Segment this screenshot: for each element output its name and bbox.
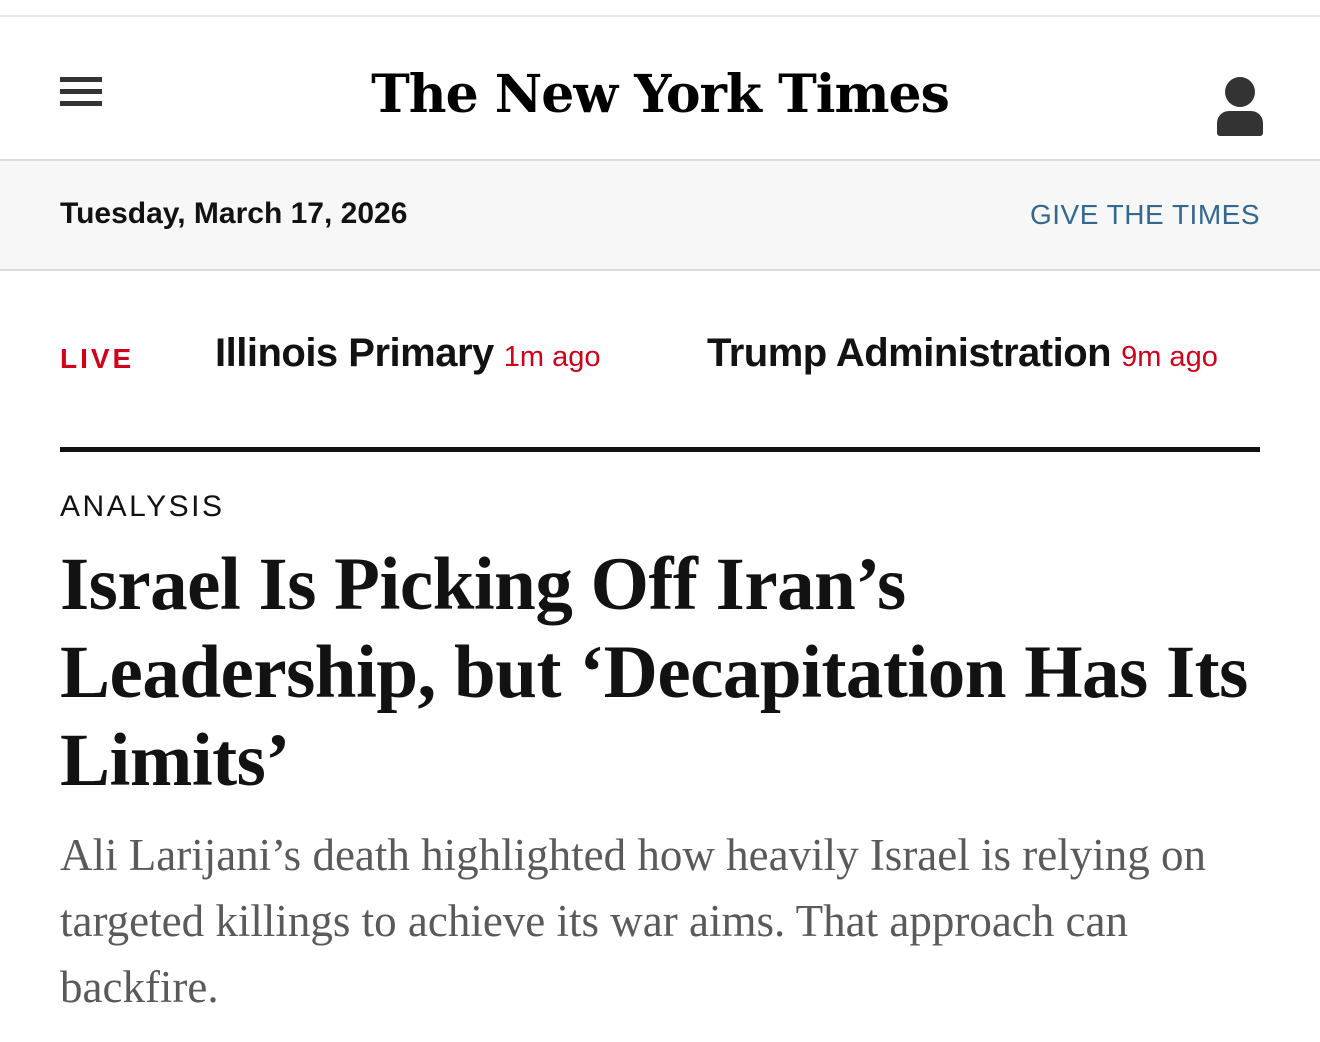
live-item-timestamp: 1m ago xyxy=(503,341,601,373)
live-item-timestamp: 9m ago xyxy=(1121,341,1218,373)
section-divider xyxy=(60,447,1260,452)
article-headline[interactable]: Israel Is Picking Off Iran’s Leadership,… xyxy=(60,541,1260,805)
masthead: The New York Times xyxy=(0,17,1320,161)
current-date: Tuesday, March 17, 2026 xyxy=(60,197,408,230)
date-bar: Tuesday, March 17, 2026 GIVE THE TIMES xyxy=(0,161,1320,271)
live-item-title: Illinois Primary xyxy=(215,331,494,375)
article-summary: Ali Larijani’s death highlighted how hea… xyxy=(60,830,1206,1012)
hamburger-menu-icon[interactable] xyxy=(60,77,102,107)
user-account-icon[interactable] xyxy=(1216,77,1264,137)
account-icon-body xyxy=(1217,111,1263,136)
live-item-title: Trump Administration xyxy=(707,331,1112,375)
account-icon-head xyxy=(1225,77,1255,107)
article-kicker: ANALYSIS xyxy=(60,490,225,523)
live-label: LIVE xyxy=(60,343,135,374)
live-item-trump-administration[interactable]: Trump Administration 9m ago xyxy=(707,331,1218,376)
menu-bar xyxy=(60,77,102,82)
menu-bar xyxy=(60,101,102,106)
menu-bar xyxy=(60,89,102,94)
nyt-logo[interactable]: The New York Times xyxy=(360,53,960,137)
live-item-illinois-primary[interactable]: Illinois Primary 1m ago xyxy=(215,331,601,376)
live-updates-bar: LIVE Illinois Primary 1m ago Trump Admini… xyxy=(60,325,1260,395)
give-the-times-link[interactable]: GIVE THE TIMES xyxy=(1030,199,1260,231)
